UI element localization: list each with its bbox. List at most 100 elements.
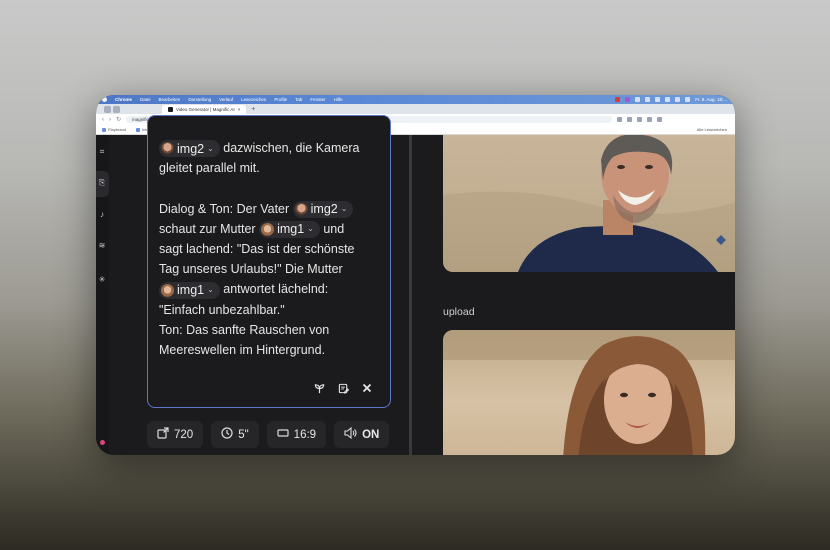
reload-icon[interactable]: ↻ xyxy=(116,116,121,123)
app-window: Chrome Datei Bearbeiten Darstellung Verl… xyxy=(96,95,735,455)
prompt-text-segment: schaut zur Mutter xyxy=(159,221,256,236)
wifi-icon[interactable] xyxy=(665,97,671,102)
image-reference-chip[interactable]: img2 ⌄ xyxy=(292,200,354,218)
status-icon[interactable] xyxy=(635,97,641,102)
apple-icon[interactable] xyxy=(102,97,107,102)
audio-value: ON xyxy=(362,428,380,441)
bookmark-icon xyxy=(136,127,141,132)
prompt-line: Dialog & Ton: Der Vater img2 ⌄ xyxy=(159,199,381,219)
media-panel: upload xyxy=(412,135,735,455)
resize-icon xyxy=(157,427,169,442)
status-icon[interactable] xyxy=(645,97,651,102)
prompt-line: Ton: Das sanfte Rauschen von xyxy=(159,322,330,337)
aspect-ratio-value: 16:9 xyxy=(293,428,317,441)
status-icon[interactable] xyxy=(655,97,661,102)
prompt-text[interactable]: img2 ⌄ dazwischen, die Kamera gleitet par… xyxy=(159,138,381,360)
uploaded-image-woman[interactable] xyxy=(443,330,735,455)
avatar xyxy=(161,283,174,297)
prompt-panel: img2 ⌄ dazwischen, die Kamera gleitet par… xyxy=(109,115,406,455)
prompt-line: schaut zur Mutter img1 ⌄ und xyxy=(159,219,381,239)
status-app-icon[interactable] xyxy=(625,97,631,102)
prompt-textbox[interactable]: img2 ⌄ dazwischen, die Kamera gleitet par… xyxy=(147,115,391,408)
extension-icon[interactable] xyxy=(617,117,623,122)
chevron-down-icon: ⌄ xyxy=(307,224,314,234)
resolution-value: 720 xyxy=(174,428,194,441)
new-tab-button[interactable]: + xyxy=(248,105,255,114)
duration-button[interactable]: 5" xyxy=(211,421,259,448)
back-icon[interactable]: ‹ xyxy=(102,117,104,123)
sprout-icon[interactable] xyxy=(314,383,325,397)
audio-toggle-button[interactable]: ON xyxy=(334,421,390,448)
chip-label: img2 xyxy=(310,202,338,217)
pinned-tab[interactable] xyxy=(113,106,120,113)
menu-item-hilfe[interactable]: Hilfe xyxy=(334,97,343,102)
menu-item-verlauf[interactable]: Verlauf xyxy=(219,97,233,102)
extension-icon[interactable] xyxy=(637,117,643,122)
woman-portrait-illustration xyxy=(443,330,735,455)
upload-label: upload xyxy=(443,306,475,318)
menu-item-bearbeiten[interactable]: Bearbeiten xyxy=(159,97,181,102)
avatar xyxy=(294,202,308,216)
active-tab[interactable]: Video Generator | Magnific AI × xyxy=(162,105,247,114)
resolution-button[interactable]: 720 xyxy=(147,421,204,448)
prompt-line: gleitet parallel mit. xyxy=(159,161,260,176)
chevron-down-icon: ⌄ xyxy=(340,204,348,214)
chevron-down-icon: ⌄ xyxy=(207,143,214,153)
bookmark-item[interactable]: Playbrand xyxy=(102,127,126,132)
chevron-down-icon: ⌄ xyxy=(207,284,214,294)
generation-settings-bar: 720 5" 16:9 ON xyxy=(147,421,390,448)
uploaded-image-man[interactable] xyxy=(443,135,735,272)
extension-icon[interactable] xyxy=(647,117,653,122)
prompt-line: Tag unseres Urlaubs!" Die Mutter xyxy=(159,262,343,277)
bookmark-icon xyxy=(102,127,106,132)
clock-icon xyxy=(221,427,233,442)
aspect-ratio-icon xyxy=(277,427,289,442)
duration-value: 5" xyxy=(238,428,249,441)
notification-dot[interactable] xyxy=(100,440,105,445)
prompt-blank-line xyxy=(159,178,381,198)
all-bookmarks[interactable]: Alle Lesezeichen xyxy=(697,127,735,132)
man-portrait-illustration xyxy=(443,135,735,272)
avatar xyxy=(261,222,275,236)
image-reference-chip[interactable]: img1 ⌄ xyxy=(259,220,320,238)
control-center-icon[interactable] xyxy=(685,97,691,102)
edit-note-icon[interactable] xyxy=(338,383,350,397)
prompt-text-segment: Dialog & Ton: Der Vater xyxy=(159,201,290,216)
app-content: ⌗ ⎘ ♪ ≋ ✳ img2 ⌄ dazwischen, die Kamera g… xyxy=(96,115,735,455)
effects-icon[interactable]: ✳ xyxy=(96,275,108,284)
profile-icon[interactable] xyxy=(657,117,663,122)
audio-tool-icon[interactable]: ≋ xyxy=(96,241,108,250)
menu-item-lesezeichen[interactable]: Lesezeichen xyxy=(241,97,266,102)
prompt-line: img2 ⌄ dazwischen, die Kamera xyxy=(159,138,381,158)
mac-menu-bar: Chrome Datei Bearbeiten Darstellung Verl… xyxy=(96,95,735,104)
text-tool-icon[interactable]: ⌗ xyxy=(96,147,108,157)
chip-label: img2 xyxy=(177,141,205,156)
image-reference-chip[interactable]: img1 ⌄ xyxy=(159,281,220,299)
aspect-ratio-button[interactable]: 16:9 xyxy=(266,421,327,448)
tab-strip: Video Generator | Magnific AI × + xyxy=(96,104,735,114)
forward-icon[interactable]: › xyxy=(109,117,111,123)
video-tool-icon[interactable]: ⎘ xyxy=(96,178,108,188)
menu-item-profile[interactable]: Profile xyxy=(274,97,287,102)
extension-icon[interactable] xyxy=(627,117,633,122)
image-reference-chip[interactable]: img2 ⌄ xyxy=(159,140,220,158)
menu-app-name[interactable]: Chrome xyxy=(115,97,132,102)
chip-label: img1 xyxy=(177,282,205,297)
search-icon[interactable] xyxy=(675,97,681,102)
bookmark-label: Playbrand xyxy=(108,127,127,132)
prompt-text-segment: antwortet lächelnd: xyxy=(223,282,329,297)
tab-title: Video Generator | Magnific AI xyxy=(176,107,235,112)
mic-icon[interactable]: ♪ xyxy=(96,210,108,219)
pinned-tab[interactable] xyxy=(104,106,111,113)
record-icon[interactable] xyxy=(615,97,621,102)
tab-close-icon[interactable]: × xyxy=(238,107,241,112)
close-icon[interactable] xyxy=(362,383,372,397)
prompt-line: "Einfach unbezahlbar." xyxy=(159,302,285,317)
menu-clock[interactable]: Fr. 8. Aug. 18:... xyxy=(695,97,727,102)
menu-item-fenster[interactable]: Fenster xyxy=(310,97,325,102)
prompt-line: sagt lachend: "Das ist der schönste xyxy=(159,241,355,256)
menu-item-tab[interactable]: Tab xyxy=(295,97,302,102)
menu-item-darstellung[interactable]: Darstellung xyxy=(188,97,211,102)
prompt-line: img1 ⌄ antwortet lächelnd: xyxy=(159,279,381,299)
menu-item-datei[interactable]: Datei xyxy=(140,97,151,102)
